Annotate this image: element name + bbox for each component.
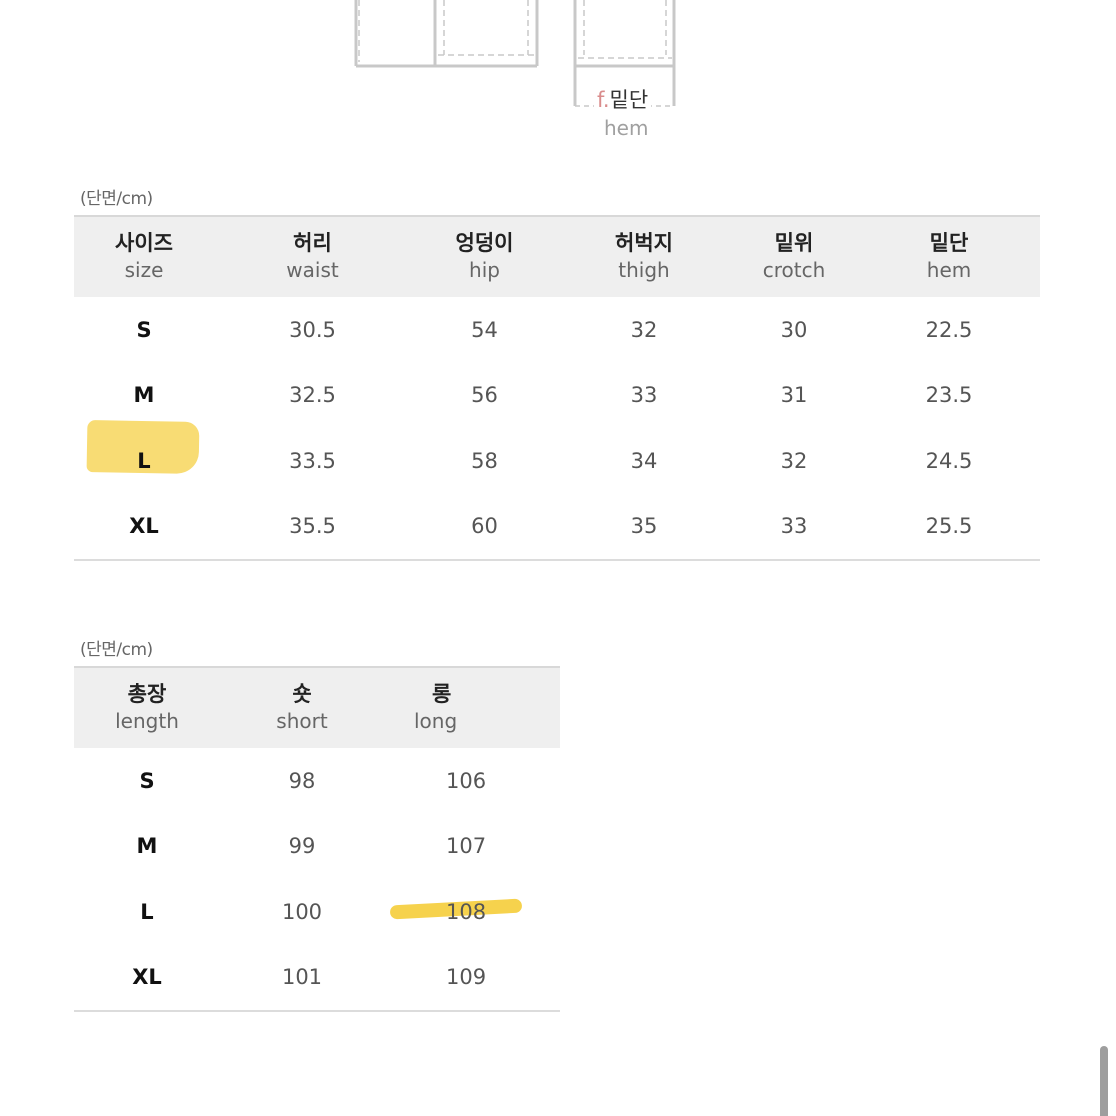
size-cell: M: [136, 834, 158, 859]
header-label-ko: 엉덩이: [455, 231, 514, 255]
size-cell: XL: [74, 944, 220, 1012]
header-label-ko: 총장: [127, 682, 167, 706]
long-cell: 106: [446, 768, 487, 793]
hip-cell: 54: [471, 317, 498, 342]
header-length: 총장 length: [74, 667, 220, 748]
table-row-highlighted: L 100 108: [74, 879, 560, 945]
crotch-cell: 33: [730, 493, 858, 561]
short-cell: 98: [288, 768, 316, 793]
table-header-row: 총장 length 숏 short 롱 long: [74, 667, 560, 748]
header-label-en: hip: [469, 258, 500, 282]
table-row: XL 35.5 60 35 33 25.5: [74, 493, 1040, 561]
waist-cell: 35.5: [214, 493, 411, 561]
hip-cell: 60: [411, 493, 558, 561]
table-row-highlighted: L 33.5 58 34 32 24.5: [74, 419, 1040, 494]
pants-diagram: f.밑단 hem: [0, 0, 1116, 150]
header-label-en: crotch: [762, 258, 826, 282]
header-label-ko: 사이즈: [115, 231, 173, 255]
highlight-mark: 108: [389, 898, 523, 924]
header-waist: 허리 waist: [214, 216, 411, 297]
header-size: 사이즈 size: [74, 216, 214, 297]
header-long: 롱 long: [384, 667, 560, 748]
thigh-cell: 35: [558, 493, 730, 561]
long-value: 108: [446, 899, 487, 924]
header-crotch: 밑위 crotch: [730, 216, 858, 297]
header-label-en: hem: [926, 258, 972, 282]
scrollbar-thumb[interactable]: [1100, 1046, 1108, 1116]
crotch-cell: 31: [780, 383, 808, 408]
waist-cell: 32.5: [289, 383, 336, 408]
hem-label-en: hem: [604, 116, 649, 140]
waist-cell: 33.5: [289, 448, 336, 473]
table-row: XL 101 109: [74, 944, 560, 1012]
waist-cell: 30.5: [289, 317, 336, 342]
hip-cell: 56: [471, 383, 498, 408]
short-cell: 99: [288, 834, 316, 859]
thigh-cell: 32: [630, 317, 658, 342]
hem-label-letter: f.: [597, 88, 610, 112]
hem-cell: 25.5: [858, 493, 1040, 561]
pants-diagram-drawing: [354, 0, 676, 107]
hem-label-ko: 밑단: [609, 88, 649, 112]
header-label-ko: 허리: [293, 231, 332, 255]
size-label: L: [137, 448, 151, 473]
crotch-cell: 30: [780, 317, 808, 342]
short-cell: 101: [220, 944, 384, 1012]
size-cell: M: [133, 383, 155, 408]
header-label-en: long: [414, 709, 458, 733]
header-label-en: short: [276, 709, 328, 733]
crotch-cell: 32: [780, 448, 808, 473]
hem-cell: 23.5: [925, 383, 973, 408]
table-header-row: 사이즈 size 허리 waist 엉덩이 hip 허벅지 thigh 밑위 crotch…: [74, 216, 1040, 297]
header-label-en: thigh: [618, 258, 670, 282]
table-row: S 30.5 54 32 30 22.5: [74, 297, 1040, 363]
table-row: M 32.5 56 33 31 23.5: [74, 363, 1040, 429]
header-label-en: size: [124, 258, 164, 282]
size-cell-highlighted: L: [74, 419, 214, 494]
hem-cell: 22.5: [925, 317, 973, 342]
header-thigh: 허벅지 thigh: [558, 216, 730, 297]
long-cell: 107: [446, 834, 487, 859]
header-short: 숏 short: [220, 667, 384, 748]
size-cell: L: [140, 899, 154, 924]
header-hem: 밑단 hem: [858, 216, 1040, 297]
size-cell: XL: [74, 493, 214, 561]
header-label-en: waist: [286, 258, 339, 282]
table-row: M 99 107: [74, 814, 560, 880]
hip-cell: 58: [471, 448, 498, 473]
header-label-ko: 숏: [292, 682, 312, 706]
short-cell: 100: [281, 899, 323, 924]
size-table-main: 사이즈 size 허리 waist 엉덩이 hip 허벅지 thigh 밑위 crotch…: [74, 215, 1040, 561]
size-cell: S: [139, 768, 155, 793]
table2-unit-note: (단면/cm): [80, 640, 153, 660]
table-row: S 98 106: [74, 748, 560, 814]
header-label-ko: 롱: [432, 682, 452, 706]
thigh-cell: 33: [630, 383, 658, 408]
thigh-cell: 34: [630, 448, 658, 473]
size-cell: S: [136, 317, 152, 342]
length-table: 총장 length 숏 short 롱 long S 98 106 M 99 107 …: [74, 666, 560, 1012]
header-hip: 엉덩이 hip: [411, 216, 558, 297]
highlight-mark: L: [86, 419, 200, 474]
hem-label: f.밑단: [594, 88, 652, 112]
header-label-ko: 밑위: [774, 231, 814, 255]
long-cell: 109: [384, 944, 560, 1012]
table1-unit-note: (단면/cm): [80, 189, 153, 209]
header-label-en: length: [115, 709, 179, 733]
header-label-ko: 허벅지: [615, 231, 673, 255]
long-cell-highlighted: 108: [384, 879, 560, 945]
header-label-ko: 밑단: [929, 231, 969, 255]
hem-cell: 24.5: [925, 448, 973, 473]
